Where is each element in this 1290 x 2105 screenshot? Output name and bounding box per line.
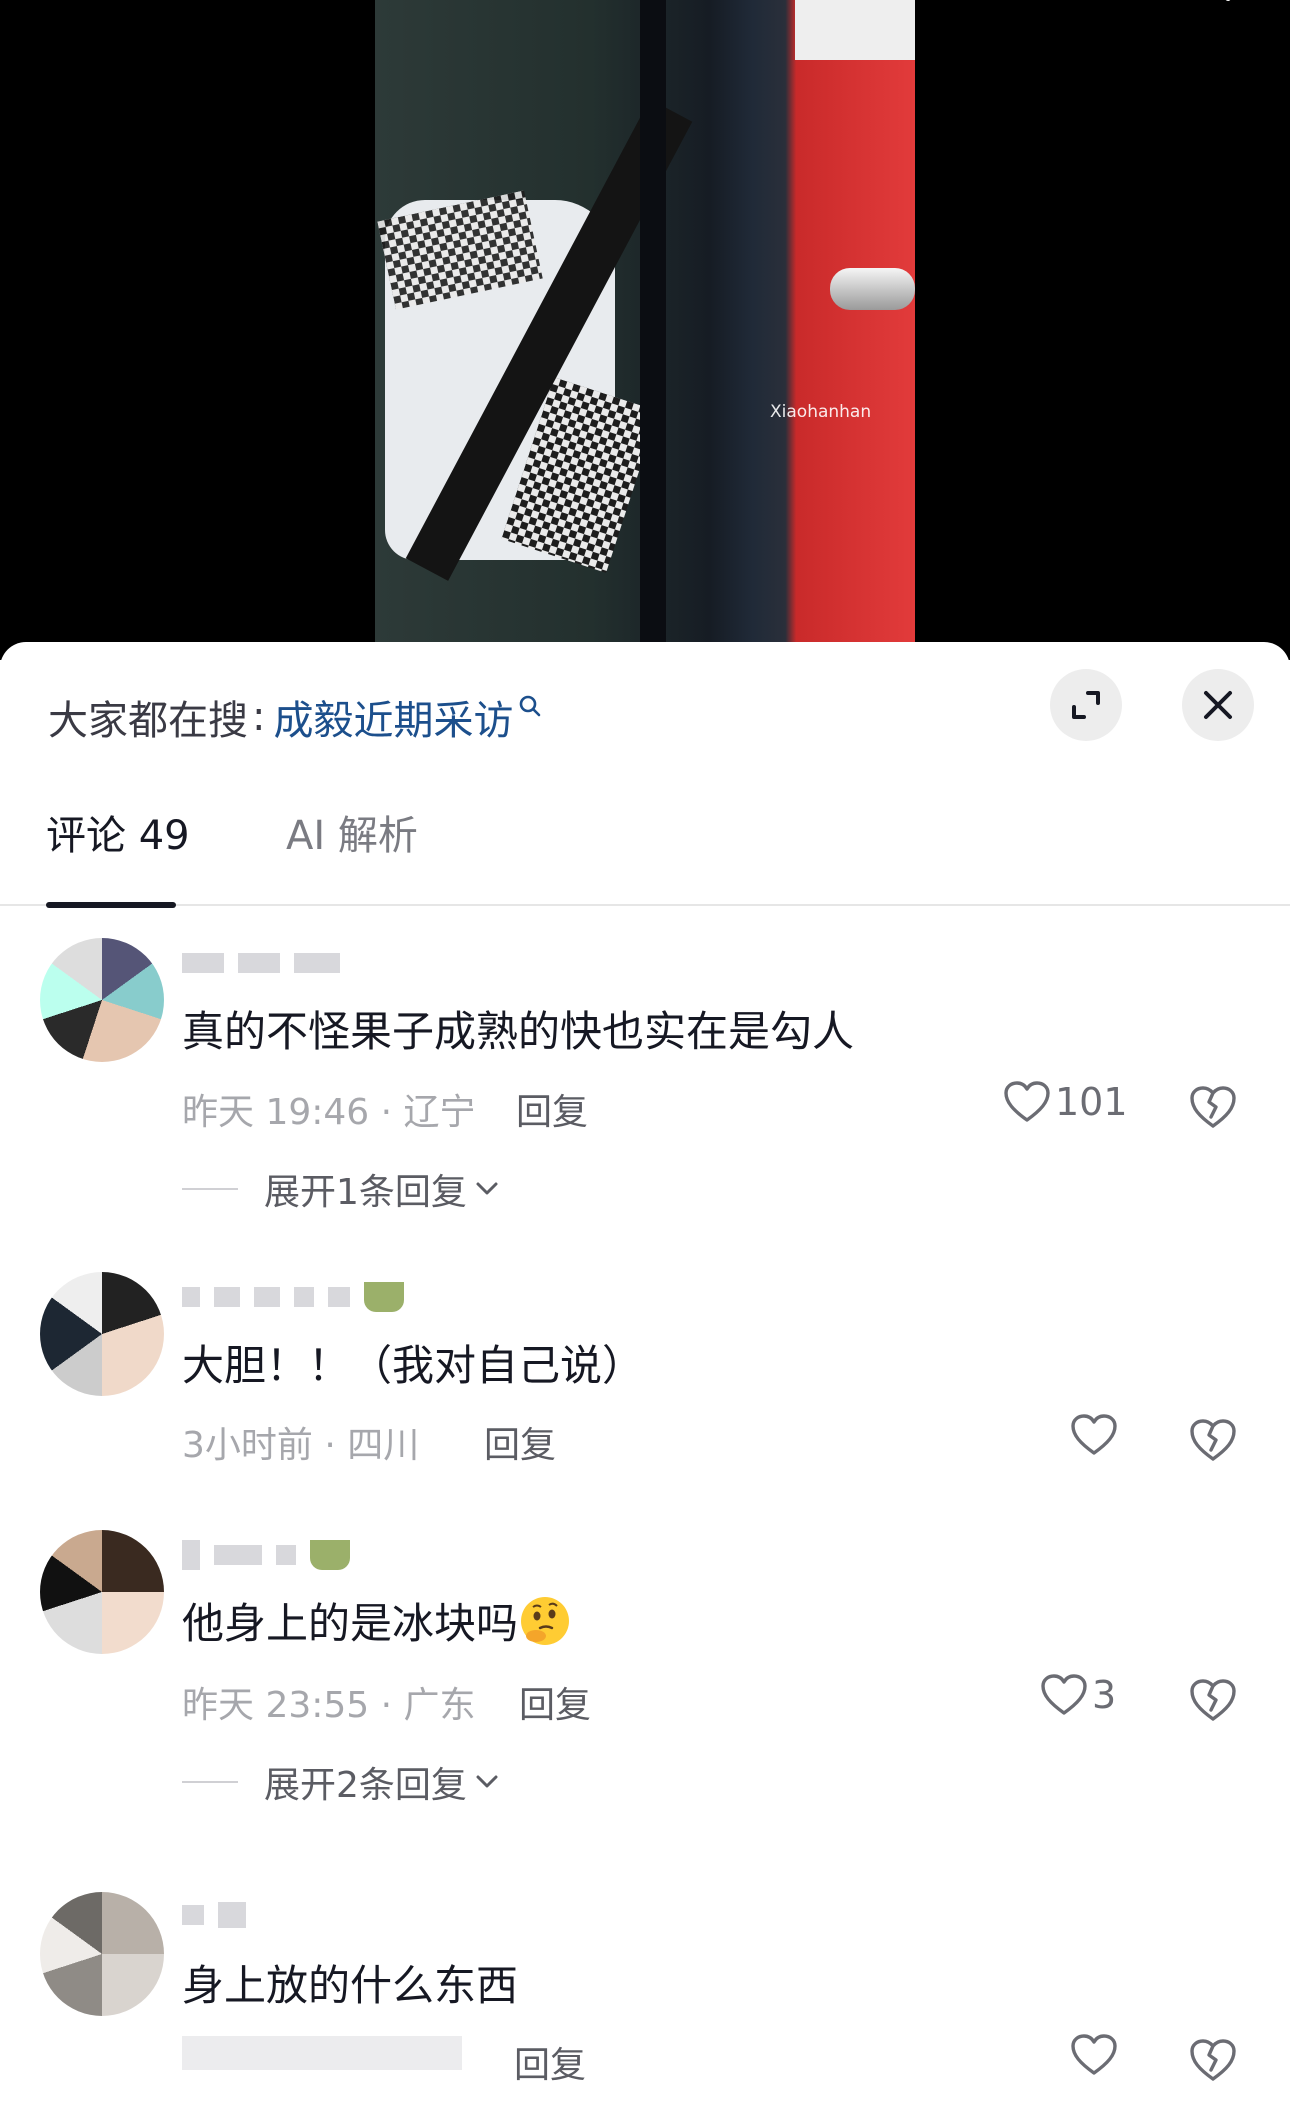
tab-ai-analysis[interactable]: AI 解析 bbox=[286, 802, 418, 906]
comment-meta: 昨天 23:55 · 广东 bbox=[182, 1685, 476, 1726]
tab-bar: 评论 49 AI 解析 bbox=[0, 802, 1290, 908]
search-icon bbox=[520, 695, 541, 717]
trending-search-link[interactable]: 成毅近期采访 bbox=[273, 688, 513, 746]
like-button[interactable]: 3 bbox=[1040, 1673, 1116, 1717]
expand-fullscreen-icon bbox=[1072, 691, 1100, 719]
comment-text: 身上放的什么东西 bbox=[182, 1961, 519, 2010]
expand-replies-label: 展开2条回复 bbox=[264, 1765, 467, 1806]
reply-button[interactable]: 回复 bbox=[484, 1416, 556, 1468]
comment-text-body: 他身上的是冰块吗 bbox=[182, 1599, 519, 1648]
video-frame: Xiaohanhan bbox=[375, 0, 915, 660]
comment-sheet: 大家都在搜 : 成毅近期采访 评论 49 AI 解析 真的不怪果子成熟的快也实在… bbox=[0, 642, 1290, 2105]
tab-comments[interactable]: 评论 49 bbox=[46, 802, 190, 906]
comment-text: 他身上的是冰块吗 bbox=[182, 1590, 572, 1651]
broken-heart-icon[interactable] bbox=[1188, 2037, 1238, 2083]
like-count: 101 bbox=[1055, 1080, 1128, 1124]
trending-search-bar: 大家都在搜 : 成毅近期采访 bbox=[48, 687, 543, 747]
like-button[interactable] bbox=[1070, 2033, 1118, 2077]
divider bbox=[182, 1188, 238, 1190]
expand-replies-label: 展开1条回复 bbox=[264, 1172, 467, 1213]
like-button[interactable] bbox=[1070, 1413, 1118, 1457]
username-pixelated[interactable] bbox=[182, 1902, 246, 1928]
broken-heart-icon[interactable] bbox=[1188, 1417, 1238, 1463]
comment-meta-pixelated bbox=[182, 2036, 462, 2079]
expand-replies-button[interactable]: 展开1条回复 bbox=[182, 1163, 499, 1215]
broken-heart-icon[interactable] bbox=[1188, 1084, 1238, 1130]
username-pixelated[interactable] bbox=[182, 950, 340, 976]
heart-icon bbox=[1071, 1414, 1117, 1455]
thinking-face-emoji bbox=[521, 1597, 570, 1645]
avatar[interactable] bbox=[40, 1530, 164, 1654]
username-pixelated[interactable] bbox=[182, 1282, 404, 1312]
avatar[interactable] bbox=[40, 938, 164, 1062]
comment-meta: 昨天 19:46 · 辽宁 bbox=[182, 1092, 476, 1133]
close-button[interactable] bbox=[1182, 669, 1254, 741]
like-button[interactable]: 101 bbox=[1003, 1080, 1128, 1124]
active-tab-indicator bbox=[46, 902, 176, 908]
expand-replies-button[interactable]: 展开2条回复 bbox=[182, 1756, 499, 1808]
heart-icon bbox=[1071, 2034, 1117, 2075]
close-icon bbox=[1204, 691, 1232, 719]
reply-button[interactable]: 回复 bbox=[514, 2036, 586, 2088]
trending-search-separator: : bbox=[252, 694, 266, 740]
video-scene-door-handle bbox=[830, 268, 915, 310]
heart-icon bbox=[1004, 1081, 1050, 1122]
broken-heart-icon[interactable] bbox=[1188, 1677, 1238, 1723]
reply-button[interactable]: 回复 bbox=[519, 1676, 591, 1728]
trending-search-label: 大家都在搜 bbox=[48, 698, 248, 744]
video-scene-door-frame bbox=[640, 0, 666, 660]
video-watermark: Xiaohanhan bbox=[770, 402, 872, 422]
expand-button[interactable] bbox=[1050, 669, 1122, 741]
like-count: 3 bbox=[1092, 1673, 1117, 1717]
chevron-down-icon bbox=[476, 1775, 498, 1788]
heart-icon bbox=[1041, 1674, 1087, 1715]
reply-button[interactable]: 回复 bbox=[516, 1083, 588, 1135]
chevron-down-icon bbox=[476, 1182, 498, 1195]
video-scene-roof bbox=[795, 0, 915, 60]
username-pixelated[interactable] bbox=[182, 1540, 350, 1570]
avatar[interactable] bbox=[40, 1892, 164, 2016]
search-icon[interactable] bbox=[1170, 0, 1234, 16]
video-player[interactable]: Xiaohanhan bbox=[0, 0, 1290, 660]
comment-text: 大胆！！（我对自己说） bbox=[182, 1341, 645, 1390]
comment-text: 真的不怪果子成熟的快也实在是勾人 bbox=[182, 1007, 855, 1056]
avatar[interactable] bbox=[40, 1272, 164, 1396]
divider bbox=[182, 1781, 238, 1783]
comment-meta: 3小时前 · 四川 bbox=[182, 1425, 420, 1466]
